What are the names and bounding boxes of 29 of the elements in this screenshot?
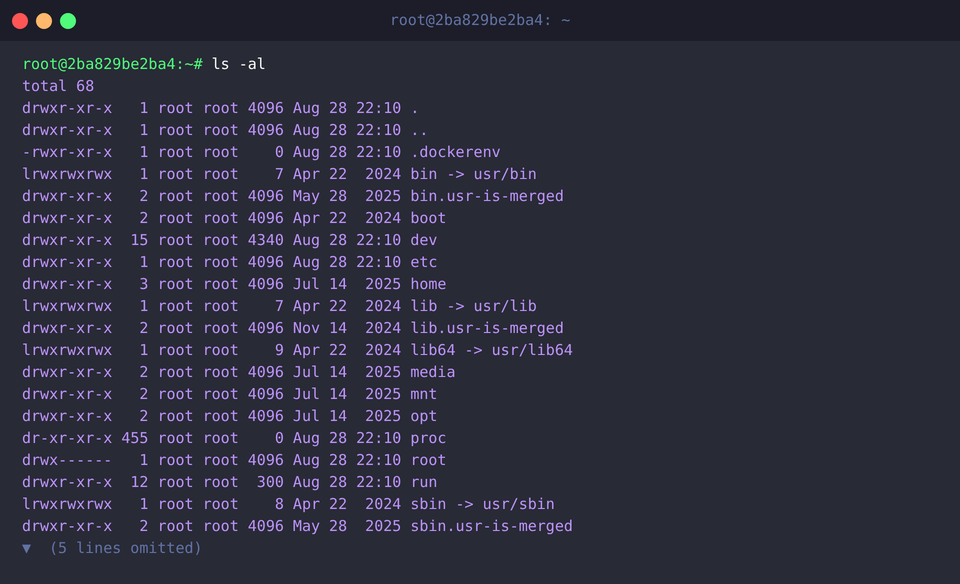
output-line: drwxr-xr-x 1 root root 4096 Aug 28 22:10 . bbox=[22, 98, 420, 119]
output-line: drwx------ 1 root root 4096 Aug 28 22:10 root bbox=[22, 450, 446, 471]
close-button[interactable] bbox=[12, 12, 28, 28]
collapse-toggle[interactable]: ▼ bbox=[22, 537, 32, 559]
window-title: root@2ba829be2ba4: ~ bbox=[390, 10, 570, 32]
output-line: drwxr-xr-x 3 root root 4096 Jul 14 2025 home bbox=[22, 274, 446, 295]
output-line: drwxr-xr-x 2 root root 4096 Jul 14 2025 mnt bbox=[22, 384, 438, 405]
output-line: total 68 bbox=[22, 76, 94, 97]
maximize-button[interactable] bbox=[60, 12, 76, 28]
output-line: drwxr-xr-x 2 root root 4096 May 28 2025 sbin.usr-is-merged bbox=[22, 516, 573, 537]
minimize-button[interactable] bbox=[36, 12, 52, 28]
output-line: drwxr-xr-x 2 root root 4096 Jul 14 2025 media bbox=[22, 362, 456, 383]
output-line: -rwxr-xr-x 1 root root 0 Aug 28 22:10 .dockerenv bbox=[22, 142, 501, 163]
omitted-lines-note: (5 lines omitted) bbox=[49, 538, 203, 559]
output-line: lrwxrwxrwx 1 root root 9 Apr 22 2024 lib64 -> usr/lib64 bbox=[22, 340, 573, 361]
output-line: drwxr-xr-x 1 root root 4096 Aug 28 22:10 etc bbox=[22, 252, 438, 273]
output-line: drwxr-xr-x 15 root root 4340 Aug 28 22:10 dev bbox=[22, 230, 438, 251]
output-line: lrwxrwxrwx 1 root root 7 Apr 22 2024 bin -> usr/bin bbox=[22, 164, 537, 185]
output-line: drwxr-xr-x 1 root root 4096 Aug 28 22:10 .. bbox=[22, 120, 428, 141]
output-line: dr-xr-xr-x 455 root root 0 Aug 28 22:10 proc bbox=[22, 428, 446, 449]
shell-prompt: root@2ba829be2ba4:~# bbox=[22, 54, 203, 75]
output-line: drwxr-xr-x 2 root root 4096 Apr 22 2024 boot bbox=[22, 208, 446, 229]
output-line: drwxr-xr-x 2 root root 4096 Jul 14 2025 opt bbox=[22, 406, 438, 427]
output-line: drwxr-xr-x 2 root root 4096 May 28 2025 bin.usr-is-merged bbox=[22, 186, 564, 207]
output-line: drwxr-xr-x 12 root root 300 Aug 28 22:10 run bbox=[22, 472, 438, 493]
command-text: ls -al bbox=[212, 54, 266, 75]
output-line: drwxr-xr-x 2 root root 4096 Nov 14 2024 lib.usr-is-merged bbox=[22, 318, 564, 339]
output-line: lrwxrwxrwx 1 root root 7 Apr 22 2024 lib -> usr/lib bbox=[22, 296, 537, 317]
output-line: lrwxrwxrwx 1 root root 8 Apr 22 2024 sbin -> usr/sbin bbox=[22, 494, 555, 515]
